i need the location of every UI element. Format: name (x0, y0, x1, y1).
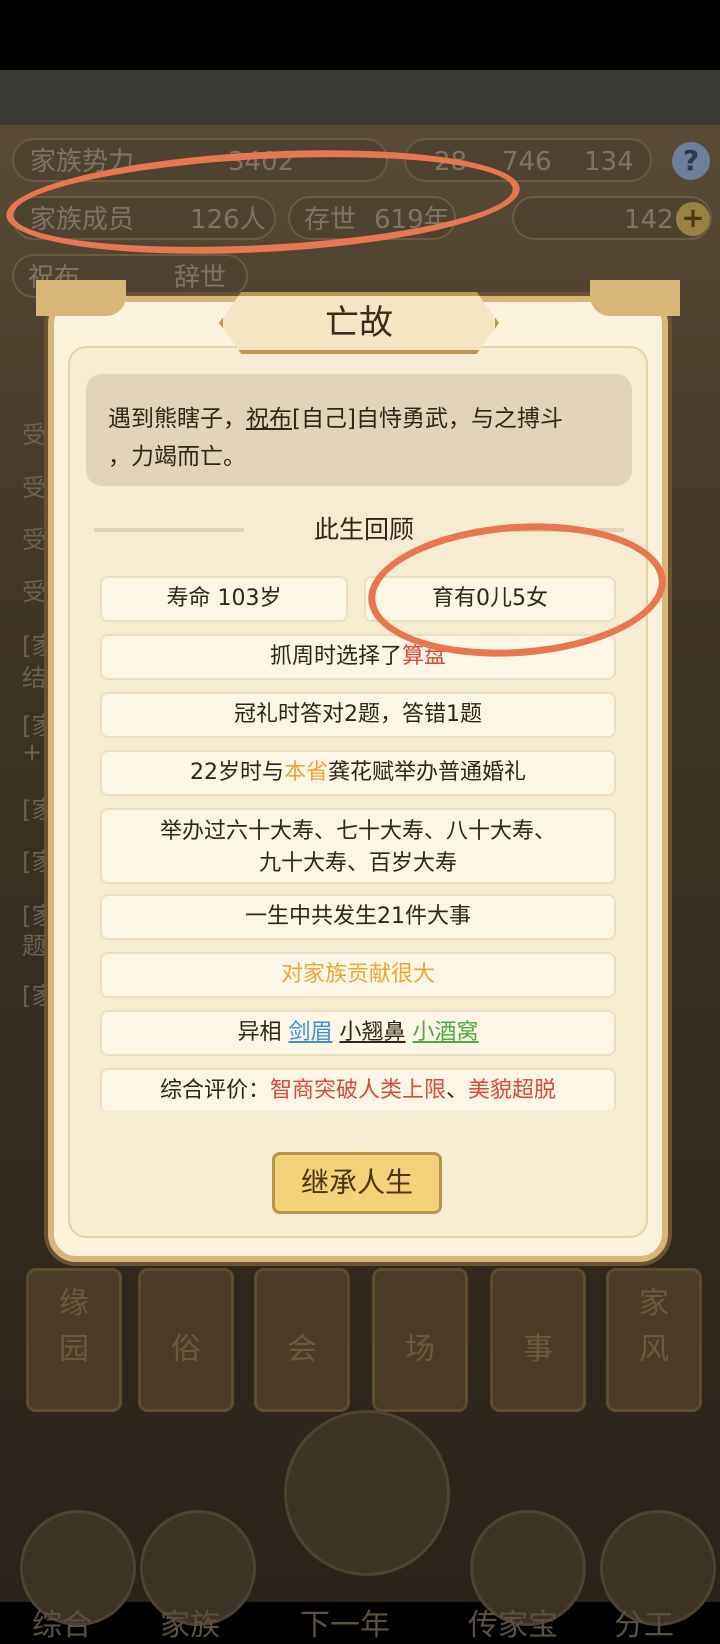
inherit-life-button[interactable]: 继承人生 (272, 1152, 442, 1214)
death-description: 遇到熊瞎子，祝布[自己]自恃勇武，与之搏斗 ，力竭而亡。 (86, 374, 632, 486)
list-item: 综合评价：智商突破人类上限、美貌超脱 (100, 1068, 616, 1110)
bg-tile[interactable]: 会 (254, 1268, 350, 1412)
bg-row: 结 (22, 664, 46, 692)
status-bar (0, 0, 720, 70)
desc-name[interactable]: 祝布 (246, 406, 292, 432)
list-item: 异相 剑眉 小翘鼻 小酒窝 (100, 1010, 616, 1056)
header-strip (0, 70, 720, 125)
help-icon[interactable]: ? (672, 142, 710, 180)
bg-tile[interactable]: 俗 (138, 1268, 234, 1412)
bg-tile[interactable]: 场 (372, 1268, 468, 1412)
eave-left (36, 280, 126, 316)
person-status: 辞世 (174, 263, 227, 293)
life-review-list[interactable]: 抓周时选择了算盘 冠礼时答对2题，答错1题 22岁时与本省龚花赋举办普通婚礼 举… (100, 576, 616, 1110)
list-item: 冠礼时答对2题，答错1题 (100, 692, 616, 738)
currency-c: 134 (584, 147, 634, 177)
death-modal: 亡故 遇到熊瞎子，祝布[自己]自恃勇武，与之搏斗 ，力竭而亡。 此生回顾 寿命 … (36, 280, 680, 1262)
bg-row: 受 (22, 421, 46, 449)
nav-assignment[interactable]: 分工 (614, 1600, 674, 1644)
modal-title: 亡故 (219, 292, 499, 354)
bg-tile[interactable]: 缘 园 (26, 1268, 122, 1412)
bg-tile[interactable]: 家 风 (606, 1268, 702, 1412)
nav-clan[interactable]: 家族 (160, 1600, 220, 1644)
eave-right (590, 280, 680, 316)
list-item: 举办过六十大寿、七十大寿、八十大寿、 九十大寿、百岁大寿 (100, 808, 616, 884)
desc-text-b: [自己]自恃勇武，与之搏斗 (292, 406, 563, 432)
bg-row: 受 (22, 526, 46, 554)
list-item: 一生中共发生21件大事 (100, 894, 616, 940)
nav-heirloom[interactable]: 传家宝 (468, 1600, 558, 1644)
desc-text-c: ，力竭而亡。 (108, 444, 246, 470)
bg-row: 受 (22, 578, 46, 606)
nav-overview[interactable]: 综合 (32, 1600, 92, 1644)
bg-row: 题 (22, 932, 46, 960)
desc-text-a: 遇到熊瞎子， (108, 406, 246, 432)
bg-row: 受 (22, 474, 46, 502)
bg-tile[interactable]: 事 (490, 1268, 586, 1412)
gold-value: 142 (624, 205, 674, 235)
mountain-icon[interactable] (284, 1410, 450, 1576)
nav-next-year[interactable]: 下一年 (300, 1600, 390, 1644)
add-gold-icon[interactable]: + (676, 202, 710, 236)
list-item: 对家族贡献很大 (100, 952, 616, 998)
list-item: 22岁时与本省龚花赋举办普通婚礼 (100, 750, 616, 796)
